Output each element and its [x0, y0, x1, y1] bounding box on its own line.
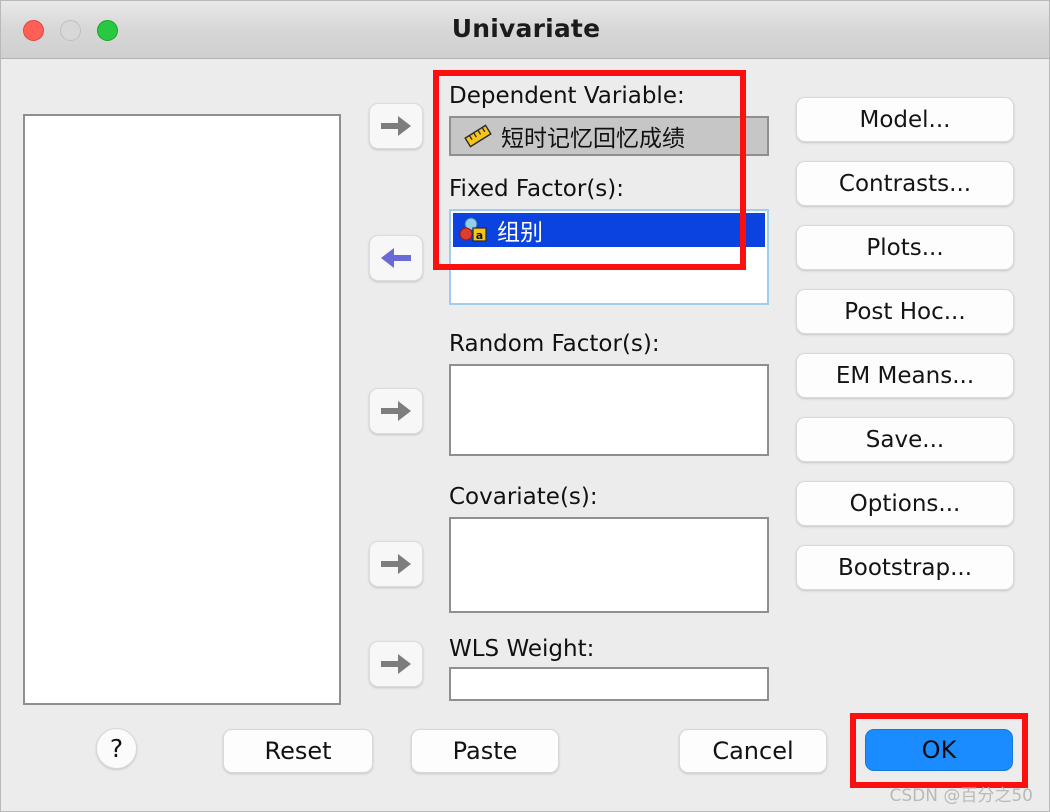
list-item-label: 组别 [497, 220, 543, 246]
plots-button-label: Plots... [866, 234, 944, 261]
covariates-list[interactable] [449, 517, 769, 613]
dependent-variable-field[interactable]: 短时记忆回忆成绩 [449, 116, 769, 156]
reset-button-label: Reset [264, 737, 332, 765]
wls-weight-label: WLS Weight: [449, 636, 595, 662]
arrow-right-icon [379, 651, 413, 677]
ok-button-label: OK [921, 736, 957, 764]
help-button[interactable]: ? [96, 728, 137, 769]
arrow-left-icon [379, 245, 413, 271]
bootstrap-button[interactable]: Bootstrap... [796, 545, 1014, 590]
bootstrap-button-label: Bootstrap... [837, 554, 973, 581]
move-to-dependent-variable-button[interactable] [369, 103, 423, 149]
post-hoc-button[interactable]: Post Hoc... [796, 289, 1014, 334]
list-item[interactable]: a 组别 [453, 213, 765, 247]
model-button[interactable]: Model... [796, 97, 1014, 142]
move-to-covariates-button[interactable] [369, 541, 423, 587]
em-means-button-label: EM Means... [835, 362, 975, 389]
options-button[interactable]: Options... [796, 481, 1014, 526]
fixed-factors-label: Fixed Factor(s): [449, 176, 624, 202]
random-factors-label: Random Factor(s): [449, 331, 660, 357]
covariates-label: Covariate(s): [449, 484, 598, 510]
model-button-label: Model... [859, 106, 951, 133]
dependent-variable-value: 短时记忆回忆成绩 [501, 126, 685, 152]
post-hoc-button-label: Post Hoc... [844, 298, 966, 325]
paste-button-label: Paste [452, 737, 518, 765]
fixed-factors-list[interactable]: a 组别 [449, 209, 769, 305]
wls-weight-field[interactable] [449, 667, 769, 701]
random-factors-list[interactable] [449, 364, 769, 456]
univariate-dialog-window: Univariate Dependent Variable: 短时记忆回忆成绩 … [0, 0, 1050, 812]
plots-button[interactable]: Plots... [796, 225, 1014, 270]
arrow-right-icon [379, 398, 413, 424]
em-means-button[interactable]: EM Means... [796, 353, 1014, 398]
paste-button[interactable]: Paste [411, 729, 559, 773]
question-mark-icon: ? [109, 734, 124, 763]
move-to-random-factors-button[interactable] [369, 388, 423, 434]
variable-item[interactable]: 短时记忆回忆成绩 [457, 118, 685, 154]
scale-ruler-icon [463, 123, 493, 149]
save-button[interactable]: Save... [796, 417, 1014, 462]
dependent-variable-label: Dependent Variable: [449, 83, 685, 109]
arrow-right-icon [379, 551, 413, 577]
cancel-button-label: Cancel [712, 737, 794, 765]
nominal-string-icon: a [459, 217, 489, 243]
svg-text:a: a [476, 229, 483, 242]
reset-button[interactable]: Reset [223, 729, 373, 773]
move-to-wls-weight-button[interactable] [369, 641, 423, 687]
save-button-label: Save... [865, 426, 945, 453]
source-variable-list[interactable] [23, 114, 341, 705]
arrow-right-icon [379, 113, 413, 139]
move-to-fixed-factors-button[interactable] [369, 235, 423, 281]
watermark: CSDN @百分之50 [889, 786, 1033, 806]
cancel-button[interactable]: Cancel [679, 729, 827, 773]
window-titlebar: Univariate [1, 1, 1049, 59]
options-button-label: Options... [849, 490, 961, 517]
contrasts-button-label: Contrasts... [838, 170, 972, 197]
ok-button[interactable]: OK [865, 729, 1013, 771]
contrasts-button[interactable]: Contrasts... [796, 161, 1014, 206]
window-title: Univariate [451, 14, 601, 43]
